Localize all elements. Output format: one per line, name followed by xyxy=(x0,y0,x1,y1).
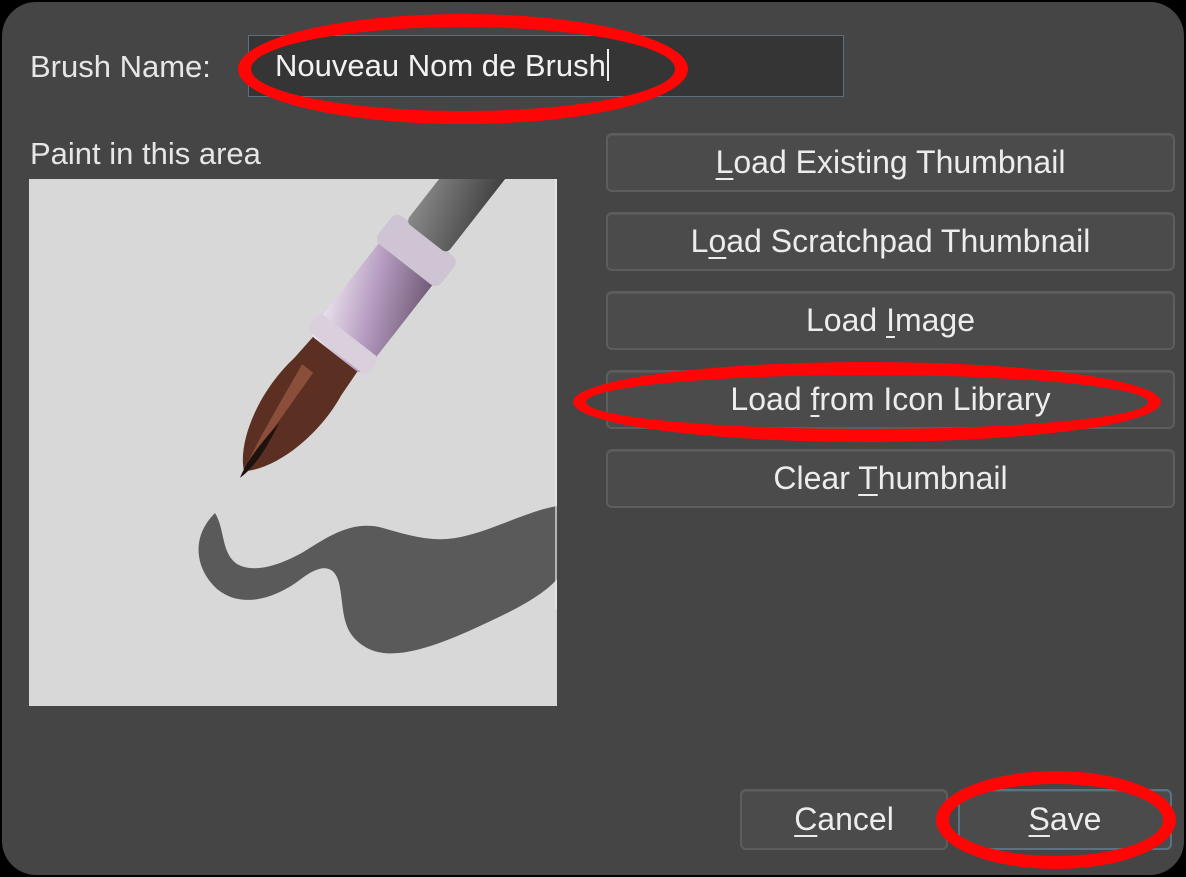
canvas-artwork xyxy=(198,179,557,654)
paintbrush-icon xyxy=(239,179,543,478)
save-button[interactable]: Save xyxy=(958,789,1172,850)
paint-canvas[interactable] xyxy=(29,179,557,706)
clear-thumbnail-button[interactable]: Clear Thumbnail xyxy=(606,449,1175,508)
brush-name-input[interactable]: Nouveau Nom de Brush xyxy=(248,35,844,97)
load-existing-thumbnail-button[interactable]: Load Existing Thumbnail xyxy=(606,133,1175,192)
button-label-part: Load xyxy=(730,381,811,417)
cancel-button[interactable]: Cancel xyxy=(740,789,948,850)
button-label-part: Load xyxy=(805,302,887,338)
button-label-part: humbnail xyxy=(877,460,1008,496)
button-label-part: rom Icon Library xyxy=(819,381,1051,417)
mnemonic-key: S xyxy=(1028,801,1050,837)
brush-name-label: Brush Name: xyxy=(30,49,211,84)
brush-save-dialog: Brush Name: Nouveau Nom de Brush Paint i… xyxy=(2,2,1184,875)
load-scratchpad-thumbnail-button[interactable]: Load Scratchpad Thumbnail xyxy=(606,212,1175,271)
mnemonic-key: o xyxy=(708,223,727,259)
load-image-button[interactable]: Load Image xyxy=(606,291,1175,350)
button-label-part: L xyxy=(690,223,709,259)
text-caret xyxy=(606,49,609,81)
mnemonic-key: T xyxy=(858,460,878,496)
brush-name-value: Nouveau Nom de Brush xyxy=(275,48,606,83)
button-label-part: ave xyxy=(1049,801,1102,837)
paint-area-label: Paint in this area xyxy=(30,136,261,171)
button-label-part: Clear xyxy=(773,460,859,496)
mnemonic-key: I xyxy=(886,302,895,338)
mnemonic-key: L xyxy=(715,144,734,180)
button-label-part: oad Existing Thumbnail xyxy=(733,144,1066,180)
button-label-part: mage xyxy=(894,302,975,338)
button-label-part: ancel xyxy=(817,801,894,837)
mnemonic-key: C xyxy=(794,801,818,837)
button-label-part: ad Scratchpad Thumbnail xyxy=(726,223,1091,259)
load-from-icon-library-button[interactable]: Load from Icon Library xyxy=(606,370,1175,429)
brush-stroke xyxy=(198,506,557,654)
